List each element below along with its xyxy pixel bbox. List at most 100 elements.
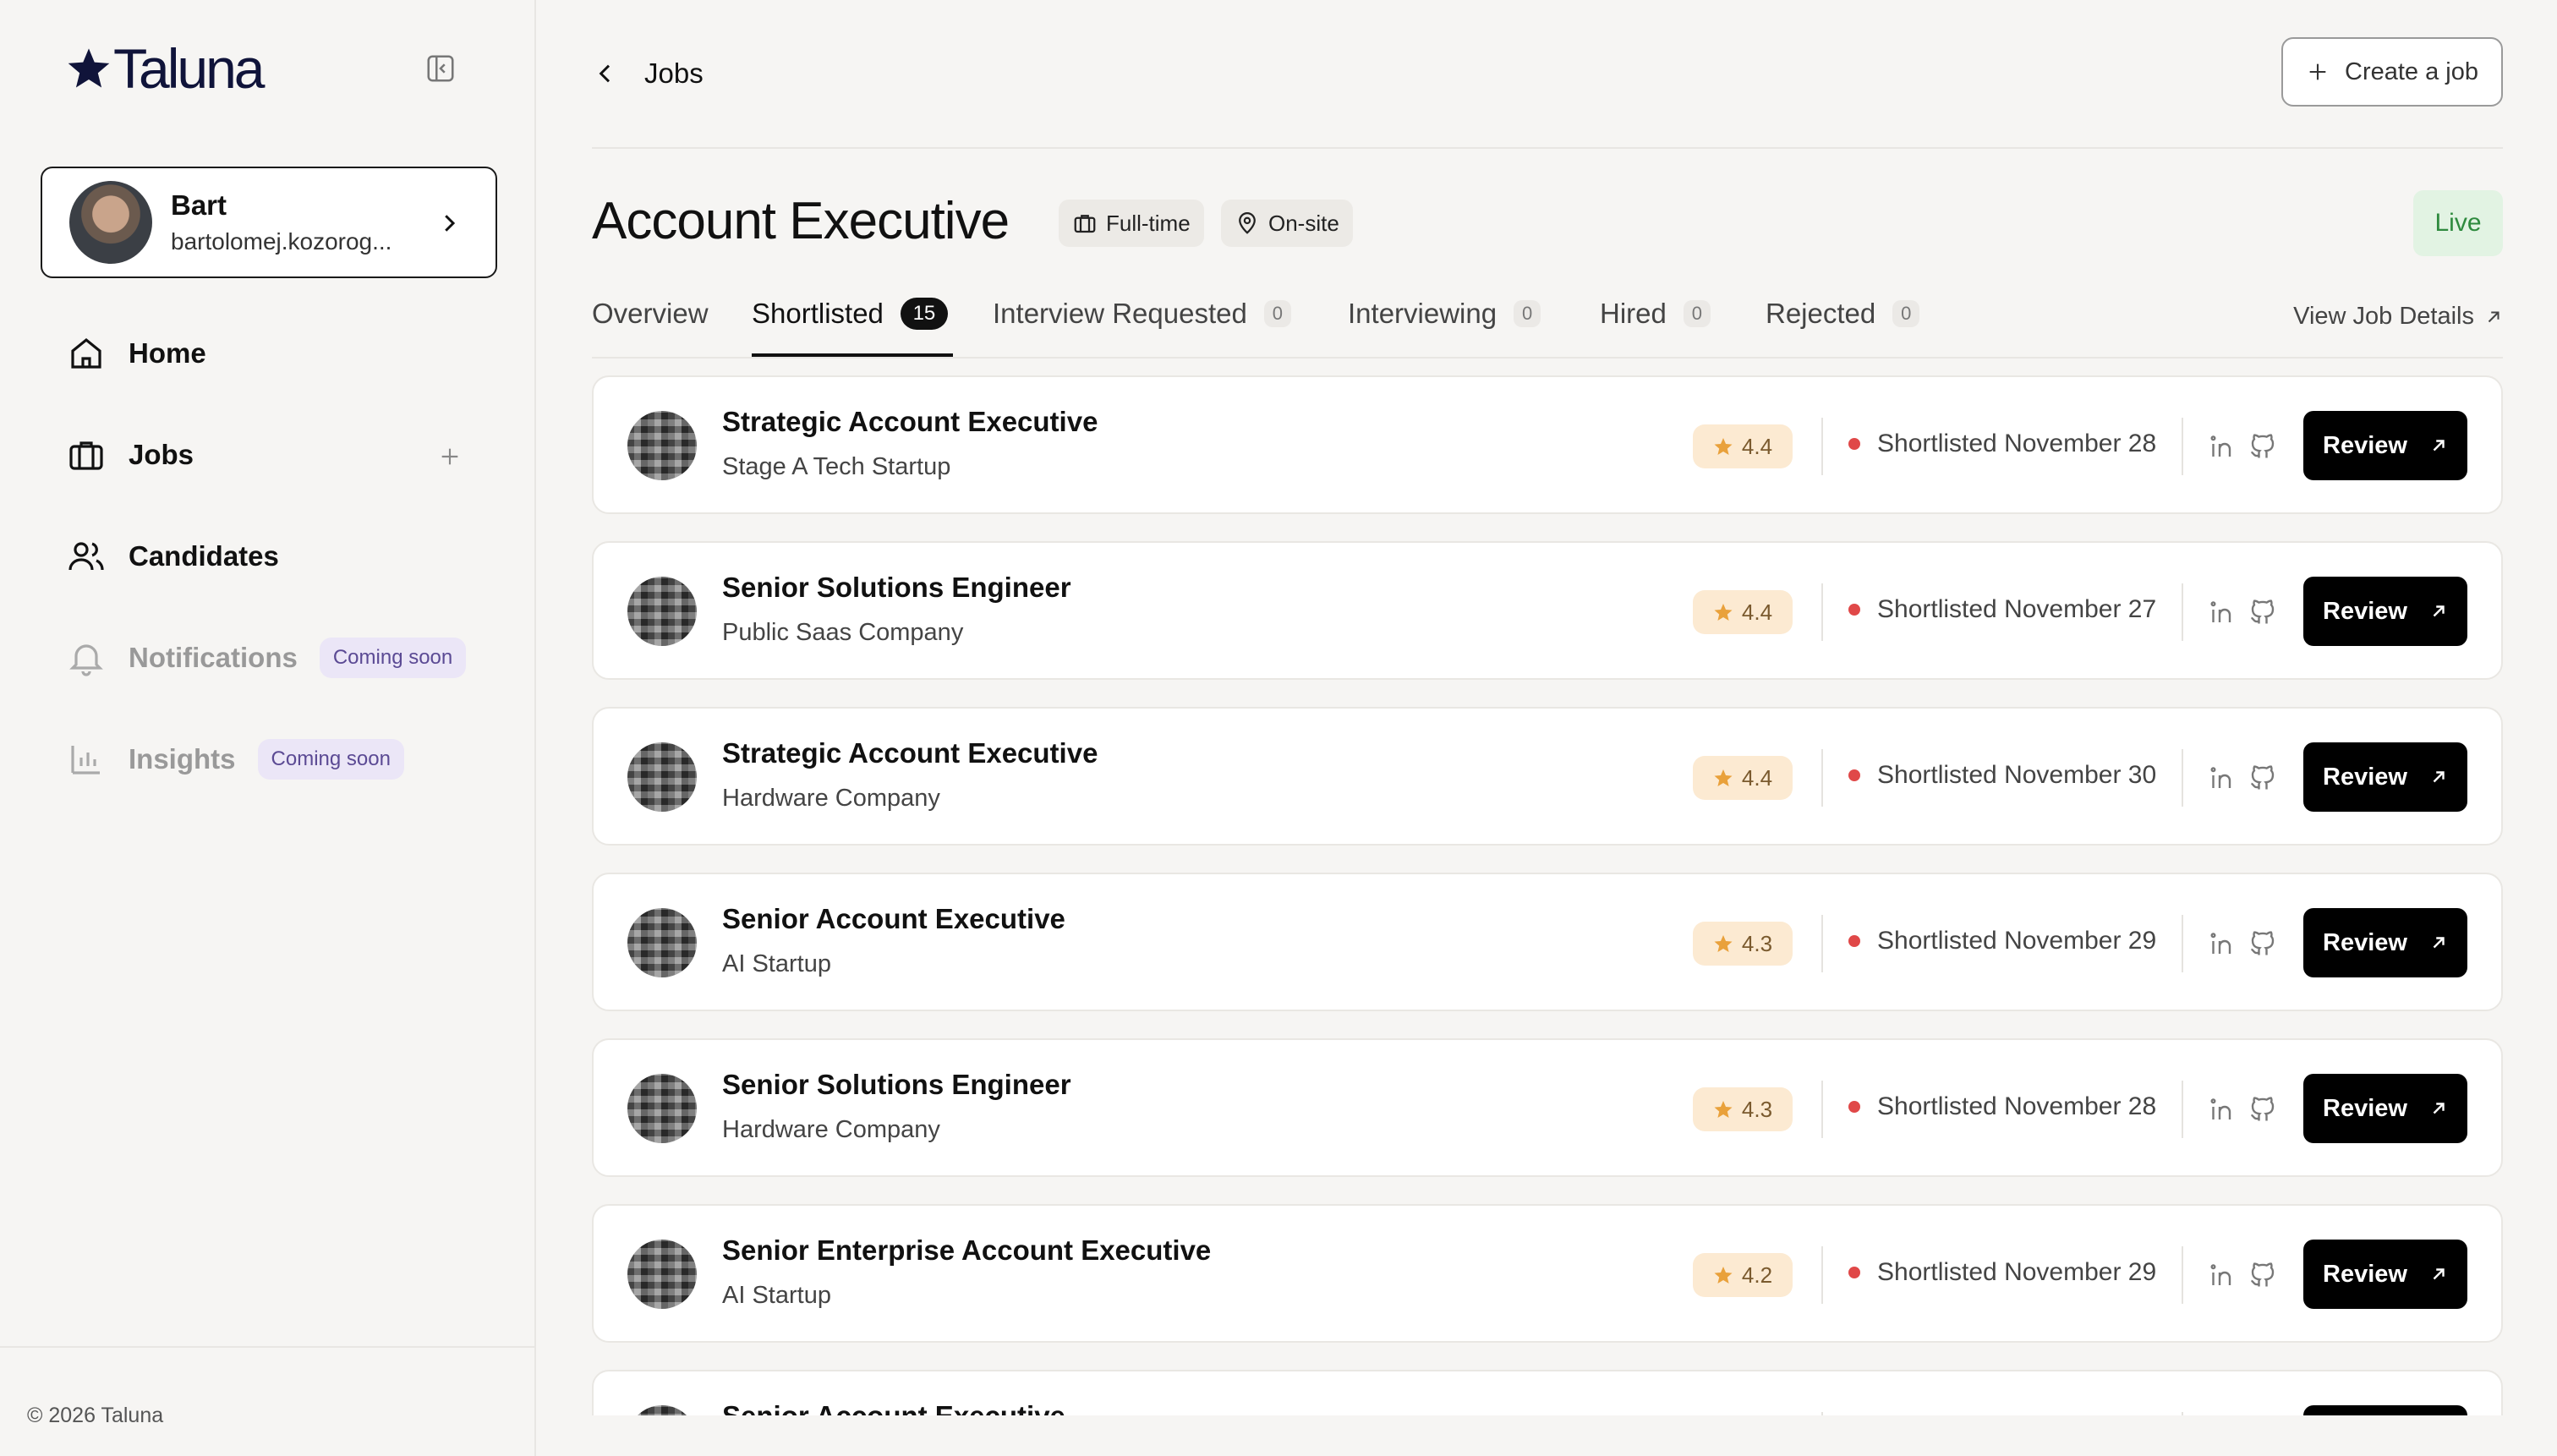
status-dot bbox=[1848, 935, 1860, 947]
tab-count-badge: 0 bbox=[1892, 300, 1920, 327]
review-button[interactable]: Review bbox=[2303, 742, 2467, 812]
linkedin-icon[interactable] bbox=[2207, 1260, 2237, 1290]
review-label: Review bbox=[2323, 928, 2407, 956]
candidate-row[interactable]: Strategic Account Executive Hardware Com… bbox=[592, 707, 2503, 846]
review-label: Review bbox=[2323, 763, 2407, 791]
review-label: Review bbox=[2323, 1094, 2407, 1122]
status-dot bbox=[1848, 1267, 1860, 1278]
review-button[interactable]: Review bbox=[2303, 411, 2467, 480]
status-text: Shortlisted November 30 bbox=[1877, 761, 2157, 789]
rating-value: 4.3 bbox=[1741, 1096, 1773, 1122]
shortlist-status: Shortlisted November 29 bbox=[1848, 927, 2156, 955]
candidate-company: Hardware Company bbox=[722, 1116, 940, 1143]
review-label: Review bbox=[2323, 431, 2407, 459]
status-dot bbox=[1848, 604, 1860, 616]
nav-label-jobs: Jobs bbox=[129, 439, 194, 470]
candidate-role: Senior Solutions Engineer bbox=[722, 572, 1071, 603]
page-title: Account Executive bbox=[592, 192, 1010, 250]
linkedin-icon[interactable] bbox=[2207, 1094, 2237, 1125]
tab-hired[interactable]: Hired 0 bbox=[1600, 298, 1711, 330]
view-job-details-link[interactable]: View Job Details bbox=[2293, 303, 2503, 331]
tab-label: Rejected bbox=[1766, 298, 1876, 329]
tab-count-badge: 15 bbox=[900, 298, 948, 330]
rating-value: 4.4 bbox=[1741, 764, 1773, 791]
review-button[interactable]: Review bbox=[2303, 1074, 2467, 1143]
tab-label: Shortlisted bbox=[752, 298, 884, 329]
logo-text: Taluna bbox=[113, 37, 265, 100]
nav-label-insights: Insights bbox=[129, 743, 236, 775]
nav-item-home[interactable]: Home bbox=[66, 333, 206, 374]
create-job-button[interactable]: Create a job bbox=[2281, 37, 2503, 107]
rating-badge: 4.4 bbox=[1693, 756, 1793, 800]
tab-count-badge: 0 bbox=[1263, 300, 1291, 327]
arrow-up-right-icon bbox=[2433, 440, 2445, 452]
candidate-company: Stage A Tech Startup bbox=[722, 453, 951, 480]
linkedin-icon[interactable] bbox=[2207, 431, 2237, 462]
tab-interviewing[interactable]: Interviewing 0 bbox=[1348, 298, 1541, 330]
divider bbox=[2182, 1081, 2183, 1138]
linkedin-icon[interactable] bbox=[2207, 597, 2237, 627]
arrow-up-right-icon bbox=[2433, 605, 2445, 617]
candidate-row[interactable]: Senior Enterprise Account Executive AI S… bbox=[592, 1204, 2503, 1343]
review-button[interactable]: Review bbox=[2303, 908, 2467, 977]
candidate-company: AI Startup bbox=[722, 950, 831, 977]
copyright: © 2026 Taluna bbox=[27, 1404, 164, 1427]
divider bbox=[1821, 915, 1823, 972]
candidate-row[interactable]: Senior Solutions Engineer Public Saas Co… bbox=[592, 541, 2503, 680]
map-pin-icon bbox=[1239, 212, 1256, 234]
shortlist-status: Shortlisted November 28 bbox=[1848, 430, 2156, 458]
github-icon[interactable] bbox=[2248, 431, 2278, 462]
linkedin-icon[interactable] bbox=[2207, 763, 2237, 793]
tab-interview-requested[interactable]: Interview Requested 0 bbox=[993, 298, 1291, 330]
candidate-row[interactable]: Strategic Account Executive Stage A Tech… bbox=[592, 375, 2503, 514]
tab-overview[interactable]: Overview bbox=[592, 298, 709, 330]
sidebar-collapse-icon[interactable] bbox=[424, 52, 457, 85]
topbar: Jobs Create a job bbox=[592, 37, 2503, 108]
candidate-row[interactable]: Senior Account Executive Review bbox=[592, 1370, 2503, 1415]
add-job-plus-icon[interactable] bbox=[436, 443, 463, 470]
tab-shortlisted[interactable]: Shortlisted 15 bbox=[752, 298, 948, 330]
linkedin-icon[interactable] bbox=[2207, 928, 2237, 959]
rating-badge: 4.3 bbox=[1693, 922, 1793, 966]
nav-label-candidates: Candidates bbox=[129, 540, 279, 572]
candidate-row[interactable]: Senior Solutions Engineer Hardware Compa… bbox=[592, 1038, 2503, 1177]
coming-soon-badge: Coming soon bbox=[257, 739, 404, 780]
github-icon[interactable] bbox=[2248, 928, 2278, 959]
user-email: bartolomej.kozorog... bbox=[171, 228, 392, 255]
divider bbox=[2182, 1412, 2183, 1415]
shortlist-status: Shortlisted November 28 bbox=[1848, 1092, 2156, 1121]
shortlist-status: Shortlisted November 29 bbox=[1848, 1258, 2156, 1287]
taluna-logo[interactable]: Taluna bbox=[66, 37, 265, 100]
candidate-role: Strategic Account Executive bbox=[722, 406, 1098, 437]
user-account-card[interactable]: Bart bartolomej.kozorog... bbox=[41, 167, 497, 278]
candidate-role: Senior Solutions Engineer bbox=[722, 1069, 1071, 1100]
divider bbox=[2182, 749, 2183, 807]
back-to-jobs-button[interactable]: Jobs bbox=[592, 57, 704, 90]
divider bbox=[1821, 1246, 1823, 1304]
create-job-label: Create a job bbox=[2345, 57, 2478, 85]
candidate-company: AI Startup bbox=[722, 1282, 831, 1309]
nav-item-candidates[interactable]: Candidates bbox=[66, 536, 279, 577]
candidate-role: Strategic Account Executive bbox=[722, 737, 1098, 769]
tab-label: Overview bbox=[592, 298, 709, 329]
arrow-up-right-icon bbox=[2433, 1268, 2445, 1280]
review-button[interactable]: Review bbox=[2303, 1405, 2467, 1415]
users-icon bbox=[68, 542, 104, 571]
review-button[interactable]: Review bbox=[2303, 577, 2467, 646]
github-icon[interactable] bbox=[2248, 1260, 2278, 1290]
star-icon bbox=[1714, 1267, 1733, 1284]
github-icon[interactable] bbox=[2248, 597, 2278, 627]
status-text: Shortlisted November 29 bbox=[1877, 927, 2157, 955]
rating-badge: 4.3 bbox=[1693, 1087, 1793, 1131]
candidate-row[interactable]: Senior Account Executive AI Startup 4.3 … bbox=[592, 873, 2503, 1011]
tab-rejected[interactable]: Rejected 0 bbox=[1766, 298, 1920, 330]
github-icon[interactable] bbox=[2248, 763, 2278, 793]
status-dot bbox=[1848, 438, 1860, 450]
star-icon bbox=[1714, 604, 1733, 621]
status-dot bbox=[1848, 1101, 1860, 1113]
job-location-label: On-site bbox=[1268, 210, 1339, 236]
nav-item-jobs[interactable]: Jobs bbox=[66, 435, 194, 475]
github-icon[interactable] bbox=[2248, 1094, 2278, 1125]
review-button[interactable]: Review bbox=[2303, 1240, 2467, 1309]
job-type-label: Full-time bbox=[1106, 210, 1191, 236]
